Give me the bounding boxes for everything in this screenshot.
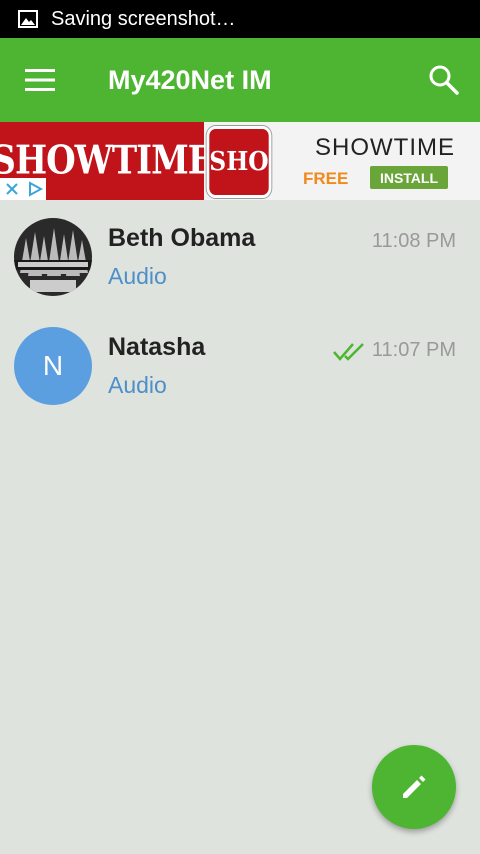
double-check-icon	[333, 341, 365, 363]
chat-name: Natasha	[108, 333, 206, 361]
chat-name: Beth Obama	[108, 224, 256, 252]
ad-price: FREE	[303, 169, 349, 188]
ad-install-button[interactable]: INSTALL	[370, 166, 448, 189]
avatar: N	[14, 327, 92, 405]
chat-list: Beth Obama Audio 11:08 PM N Natasha Audi…	[0, 200, 480, 418]
status-bar: Saving screenshot…	[0, 0, 480, 38]
app-title: My420Net IM	[108, 64, 272, 95]
app-bar: My420Net IM	[0, 38, 480, 122]
search-button[interactable]	[428, 64, 460, 96]
chat-preview: Audio	[108, 372, 167, 398]
pencil-icon	[403, 775, 426, 798]
compose-button[interactable]	[372, 745, 456, 829]
ad-app-icon[interactable]: SHO	[206, 126, 272, 198]
chat-item[interactable]: N Natasha Audio 11:07 PM	[0, 309, 480, 418]
ad-title: SHOWTIME	[315, 134, 455, 161]
ad-banner[interactable]: SHOWTIME SHO SHOWTIME FREE INSTALL	[0, 122, 480, 200]
menu-icon	[25, 69, 55, 91]
chat-preview: Audio	[108, 263, 167, 289]
chat-time: 11:08 PM	[371, 230, 456, 252]
ad-close-icon[interactable]	[0, 178, 23, 200]
image-icon	[18, 10, 38, 28]
ad-info-icon[interactable]	[23, 178, 46, 200]
menu-button[interactable]	[0, 38, 80, 122]
chat-time: 11:07 PM	[371, 339, 456, 361]
avatar	[14, 218, 92, 296]
ad-choices[interactable]	[0, 178, 46, 200]
status-text: Saving screenshot…	[51, 7, 236, 30]
search-icon	[429, 65, 459, 95]
chat-item[interactable]: Beth Obama Audio 11:08 PM	[0, 200, 480, 309]
